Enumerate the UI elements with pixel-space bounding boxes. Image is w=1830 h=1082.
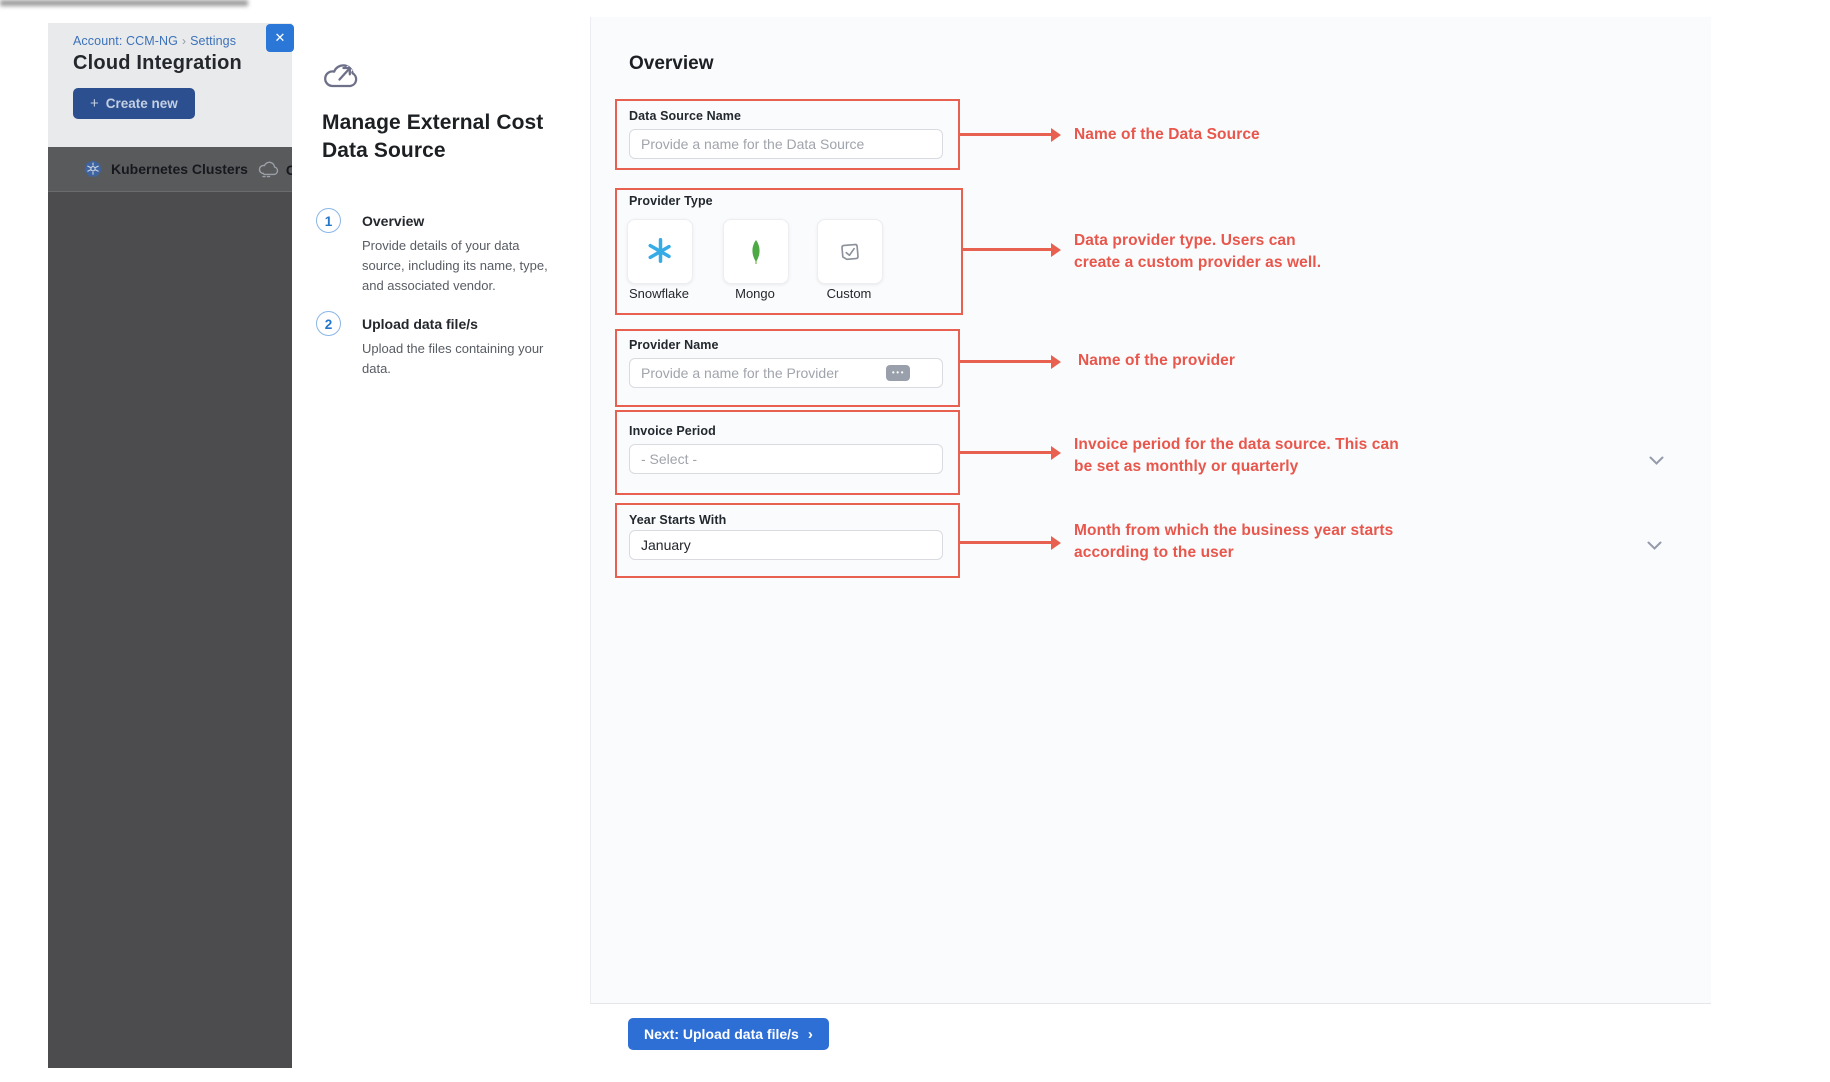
invoice-period-select[interactable]: - Select - xyxy=(629,444,943,474)
provider-card-mongo[interactable] xyxy=(723,219,789,284)
provider-label-snowflake: Snowflake xyxy=(627,286,691,301)
custom-provider-icon xyxy=(837,239,863,265)
next-upload-button[interactable]: Next: Upload data file/s › xyxy=(628,1018,829,1050)
drawer-steps-panel: Manage External Cost Data Source 1 Overv… xyxy=(292,17,590,1082)
step-2-title: Upload data file/s xyxy=(362,316,478,332)
step-1-indicator: 1 xyxy=(316,208,341,233)
breadcrumb: Account: CCM-NG › Settings xyxy=(73,34,292,48)
invoice-period-value: - Select - xyxy=(641,451,697,467)
form-heading: Overview xyxy=(629,53,714,75)
overview-form-panel: Overview Data Source Name Provider Type xyxy=(590,17,1711,1004)
data-source-name-label: Data Source Name xyxy=(629,109,741,123)
annotation-arrow xyxy=(960,133,1052,136)
annotation-arrow xyxy=(963,248,1052,251)
year-starts-with-value: January xyxy=(641,537,691,553)
background-page-panel: Account: CCM-NG › Settings Cloud Integrati… xyxy=(48,23,292,1068)
annotation-text-provider-type: Data provider type. Users can create a c… xyxy=(1074,230,1326,273)
step-2-indicator: 2 xyxy=(316,311,341,336)
provider-type-label: Provider Type xyxy=(629,194,713,208)
snowflake-icon xyxy=(647,238,674,265)
tab-cloud-integration-truncated[interactable]: C xyxy=(258,147,292,192)
drawer-title: Manage External Cost Data Source xyxy=(322,109,567,165)
annotation-text-year-starts-with: Month from which the business year start… xyxy=(1074,520,1414,563)
chevron-down-icon[interactable] xyxy=(1649,453,1664,471)
chevron-down-icon[interactable] xyxy=(1647,538,1662,556)
page-tabs: Kubernetes Clusters C xyxy=(48,147,292,192)
annotation-text-provider-name: Name of the provider xyxy=(1078,350,1358,372)
step-2-description: Upload the files containing your data. xyxy=(362,339,554,379)
mongo-leaf-icon xyxy=(744,239,768,265)
year-starts-with-label: Year Starts With xyxy=(629,513,726,527)
top-blur-strip xyxy=(0,0,248,6)
plus-icon: + xyxy=(90,99,99,109)
invoice-period-label: Invoice Period xyxy=(629,424,716,438)
provider-name-label: Provider Name xyxy=(629,338,719,352)
breadcrumb-separator: › xyxy=(182,34,186,48)
step-1-title: Overview xyxy=(362,213,424,229)
annotation-arrow xyxy=(960,360,1052,363)
annotation-arrow xyxy=(960,451,1052,454)
cloud-upload-icon xyxy=(320,57,362,98)
data-source-name-input[interactable] xyxy=(629,129,943,159)
cloud-tab-icon xyxy=(258,161,280,178)
breadcrumb-account-link[interactable]: Account: CCM-NG xyxy=(73,34,178,48)
page-header: Account: CCM-NG › Settings Cloud Integrati… xyxy=(48,23,292,147)
provider-card-snowflake[interactable] xyxy=(627,219,693,284)
annotation-text-invoice-period: Invoice period for the data source. This… xyxy=(1074,434,1409,477)
chevron-right-icon: › xyxy=(808,1027,813,1042)
next-button-label: Next: Upload data file/s xyxy=(644,1026,799,1042)
tab-kubernetes-clusters[interactable]: Kubernetes Clusters xyxy=(111,161,248,177)
provider-label-mongo: Mongo xyxy=(723,286,787,301)
provider-label-custom: Custom xyxy=(817,286,881,301)
provider-card-custom[interactable] xyxy=(817,219,883,284)
create-new-label: Create new xyxy=(106,96,178,111)
create-new-button[interactable]: + Create new xyxy=(73,88,195,119)
ellipsis-expression-icon[interactable]: ••• xyxy=(886,365,910,381)
kubernetes-icon xyxy=(84,160,102,178)
annotation-text-data-source-name: Name of the Data Source xyxy=(1074,124,1354,146)
year-starts-with-select[interactable]: January xyxy=(629,530,943,560)
annotation-arrow xyxy=(960,541,1052,544)
step-1-description: Provide details of your data source, inc… xyxy=(362,236,554,296)
close-icon[interactable]: ✕ xyxy=(266,24,294,52)
breadcrumb-settings-link[interactable]: Settings xyxy=(190,34,236,48)
page-title: Cloud Integration xyxy=(73,52,292,75)
